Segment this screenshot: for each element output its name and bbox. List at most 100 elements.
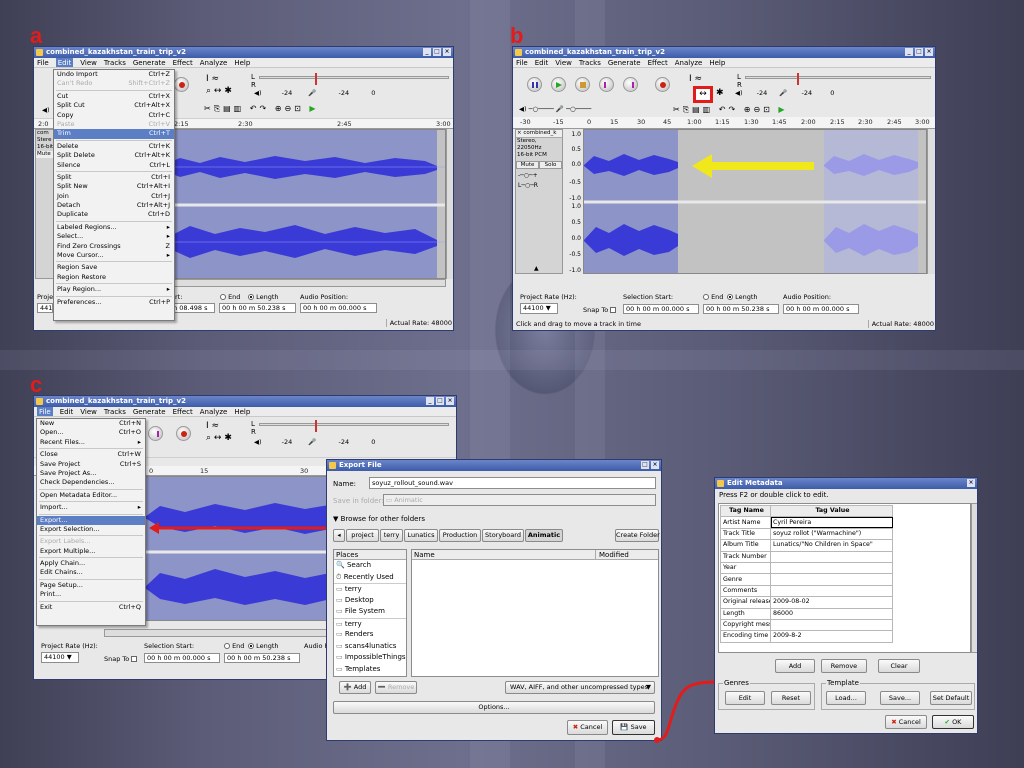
tag-value-cell[interactable] bbox=[770, 573, 893, 586]
place-item[interactable]: ▭ File System bbox=[334, 606, 406, 618]
menu-view[interactable]: View bbox=[80, 58, 97, 67]
save-button[interactable]: 💾 Save bbox=[612, 720, 655, 735]
length-radio[interactable]: Length bbox=[248, 293, 279, 301]
tag-value-cell[interactable] bbox=[770, 584, 893, 598]
metadata-scrollbar[interactable] bbox=[971, 503, 977, 653]
maximize-icon[interactable]: □ bbox=[436, 397, 444, 405]
dialog-title-bar[interactable]: Edit Metadata × bbox=[715, 478, 977, 489]
crumb-production[interactable]: Production bbox=[439, 529, 481, 542]
edit-menu-item[interactable]: Region Save bbox=[54, 263, 174, 272]
audacity-window-b[interactable]: combined_kazakhstan_train_trip_v2 _ □ × Fi… bbox=[512, 46, 936, 331]
place-item[interactable]: ▭ terry bbox=[334, 617, 406, 630]
edit-menu-item[interactable]: Can't Redo Shift+Ctrl+Z bbox=[54, 79, 174, 88]
length-radio[interactable]: Length bbox=[248, 642, 279, 650]
trim-icon[interactable]: ▥ bbox=[234, 104, 245, 113]
place-item[interactable]: ▭ Templates bbox=[334, 664, 406, 676]
paste-icon[interactable]: ▤ bbox=[223, 104, 234, 113]
place-item[interactable]: 🔍 Search bbox=[334, 560, 406, 572]
play-at-speed-icon[interactable]: ▶ bbox=[778, 105, 787, 114]
minimize-icon[interactable]: _ bbox=[905, 48, 913, 56]
load-template-button[interactable]: Load... bbox=[826, 691, 866, 705]
edit-menu-item[interactable]: Move Cursor... ▸ bbox=[54, 251, 174, 260]
cancel-button[interactable]: ✖ Cancel bbox=[567, 720, 608, 735]
cut-icon[interactable]: ✂ bbox=[673, 105, 683, 114]
edit-menu-item[interactable]: Paste Ctrl+V bbox=[54, 120, 174, 129]
zoom-tool-icon[interactable]: ⌕ bbox=[206, 433, 211, 443]
file-menu-item[interactable]: Save Project Ctrl+S bbox=[37, 460, 145, 469]
mute-button[interactable]: Mute bbox=[36, 151, 54, 158]
close-icon[interactable]: × bbox=[925, 48, 933, 56]
selection-length-field[interactable]: 00 h 00 m 50.238 s bbox=[703, 304, 779, 314]
length-radio[interactable]: Length bbox=[727, 293, 758, 301]
place-item[interactable]: ▭ terry bbox=[334, 583, 406, 595]
copy-icon[interactable]: ⎘ bbox=[683, 105, 692, 114]
menu-effect[interactable]: Effect bbox=[173, 407, 193, 416]
maximize-icon[interactable]: □ bbox=[433, 48, 441, 56]
tag-value-cell[interactable]: 2009-08-02 bbox=[770, 596, 893, 609]
path-back-button[interactable]: ◂ bbox=[333, 529, 345, 542]
trim-icon[interactable]: ▥ bbox=[703, 105, 714, 114]
timeshift-tool-icon[interactable]: ↔ bbox=[693, 86, 713, 103]
selection-length-field[interactable]: 00 h 00 m 50.238 s bbox=[219, 303, 296, 313]
file-list-pane[interactable]: Name Modified bbox=[411, 549, 659, 677]
edit-menu-item[interactable]: Split Ctrl+I bbox=[54, 173, 174, 182]
tag-value-cell[interactable] bbox=[770, 550, 893, 563]
edit-menu-item[interactable]: Select... ▸ bbox=[54, 232, 174, 241]
edit-menu-item[interactable]: Delete Ctrl+K bbox=[54, 142, 174, 151]
project-rate-select[interactable]: 44100 ▼ bbox=[520, 303, 558, 314]
selection-start-field[interactable]: 00 h 00 m 00.000 s bbox=[144, 653, 220, 663]
col-modified-header[interactable]: Modified bbox=[599, 550, 629, 560]
metadata-row[interactable]: Length 86000 bbox=[720, 607, 893, 620]
zoom-tool-icon[interactable]: ⌕ bbox=[206, 86, 211, 96]
menu-help[interactable]: Help bbox=[234, 58, 250, 67]
edit-menu-item[interactable]: Preferences... Ctrl+P bbox=[54, 298, 174, 307]
edit-menu-item[interactable]: Find Zero Crossings Z bbox=[54, 242, 174, 251]
place-item[interactable]: ▭ Desktop bbox=[334, 595, 406, 607]
metadata-row[interactable]: Year bbox=[720, 561, 893, 575]
envelope-tool-icon[interactable]: ≈ bbox=[695, 74, 703, 84]
minimize-icon[interactable]: _ bbox=[426, 397, 434, 405]
skip-end-button[interactable] bbox=[623, 77, 638, 92]
vertical-scrollbar[interactable] bbox=[927, 129, 935, 274]
menu-generate[interactable]: Generate bbox=[133, 58, 166, 67]
metadata-row[interactable]: Encoding time 2009-8-2 bbox=[720, 630, 893, 643]
copy-icon[interactable]: ⎘ bbox=[214, 104, 223, 113]
place-item[interactable]: ▭ ImpossibleThings bbox=[334, 652, 406, 664]
file-menu-item[interactable]: Open Metadata Editor... bbox=[37, 491, 145, 500]
horizontal-scrollbar[interactable] bbox=[144, 279, 446, 287]
browse-expander[interactable]: ▼ Browse for other folders bbox=[333, 515, 425, 523]
maximize-icon[interactable]: □ bbox=[915, 48, 923, 56]
file-menu-item[interactable]: Recent Files... ▸ bbox=[37, 438, 145, 447]
metadata-row[interactable]: Track Number bbox=[720, 550, 893, 563]
metadata-row[interactable]: Album Title Lunatics/"No Children in Spac… bbox=[720, 539, 893, 552]
end-radio[interactable]: End bbox=[224, 642, 244, 650]
edit-menu-item[interactable]: Labeled Regions... ▸ bbox=[54, 223, 174, 232]
menu-help[interactable]: Help bbox=[709, 58, 725, 67]
track-control-panel-a[interactable]: com Stere 16-bit Mute bbox=[35, 129, 55, 279]
zoom-out-icon[interactable]: ⊖ bbox=[753, 105, 763, 114]
fit-icon[interactable]: ⊡ bbox=[294, 104, 304, 113]
selection-length-field[interactable]: 00 h 00 m 50.238 s bbox=[224, 653, 300, 663]
menu-effect[interactable]: Effect bbox=[173, 58, 193, 67]
cancel-button[interactable]: ✖ Cancel bbox=[885, 715, 927, 729]
project-rate-select[interactable]: 441 bbox=[37, 303, 53, 313]
file-menu-item[interactable]: Apply Chain... bbox=[37, 559, 145, 568]
file-menu-item[interactable]: Export... bbox=[37, 515, 145, 525]
timeshift-tool-icon[interactable]: ↔ bbox=[214, 86, 222, 96]
close-icon[interactable]: × bbox=[967, 479, 975, 487]
record-button[interactable] bbox=[176, 426, 191, 441]
edit-menu-item[interactable]: Join Ctrl+J bbox=[54, 192, 174, 201]
tag-value-cell[interactable]: 2009-8-2 bbox=[770, 630, 893, 643]
record-button[interactable] bbox=[655, 77, 670, 92]
tag-value-cell[interactable] bbox=[770, 561, 893, 575]
skip-end-button[interactable] bbox=[148, 426, 163, 441]
vertical-scrollbar[interactable] bbox=[446, 129, 453, 279]
metadata-row[interactable]: Artist Name Cyril Pereira bbox=[720, 516, 893, 529]
file-menu-item[interactable]: Export Multiple... bbox=[37, 547, 145, 556]
selection-tool-icon[interactable]: I bbox=[689, 74, 692, 84]
file-menu-item[interactable]: Export Selection... bbox=[37, 525, 145, 534]
mute-button[interactable]: Mute bbox=[516, 161, 539, 169]
window-title-bar[interactable]: combined_kazakhstan_train_trip_v2 _ □ × bbox=[34, 396, 456, 407]
end-radio[interactable]: End bbox=[220, 293, 240, 301]
edit-genres-button[interactable]: Edit bbox=[725, 691, 765, 705]
